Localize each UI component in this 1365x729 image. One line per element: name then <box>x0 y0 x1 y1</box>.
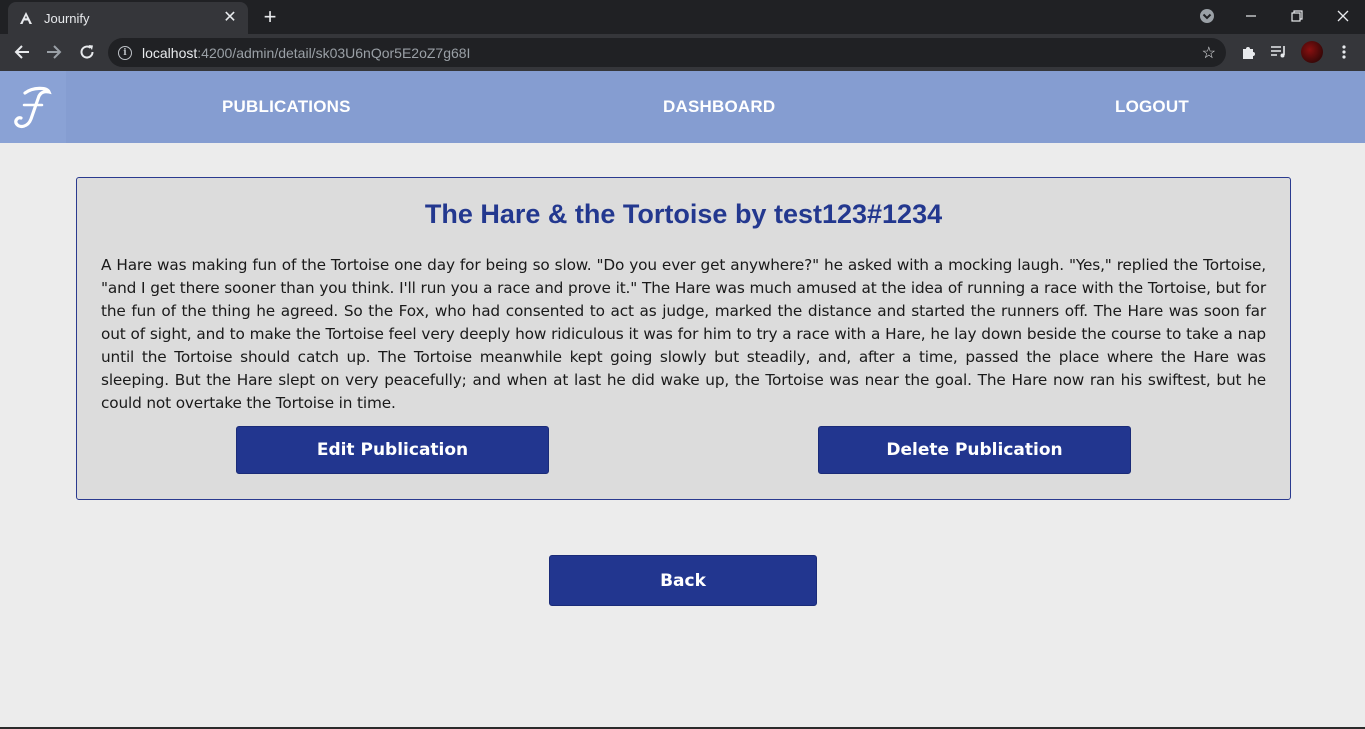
back-button[interactable]: Back <box>549 555 817 606</box>
publication-title: The Hare & the Tortoise by test123#1234 <box>424 199 943 229</box>
back-arrow-icon[interactable] <box>10 40 34 64</box>
forward-arrow-icon[interactable] <box>42 40 66 64</box>
reload-icon[interactable] <box>75 40 99 64</box>
delete-publication-button[interactable]: Delete Publication <box>818 426 1131 474</box>
avatar[interactable] <box>1301 41 1323 63</box>
star-icon[interactable]: ☆ <box>1202 43 1216 63</box>
logo-letter: J <box>11 83 12 84</box>
chevron-down-icon[interactable] <box>1195 4 1219 28</box>
close-icon[interactable]: ✕ <box>222 10 238 26</box>
app-logo[interactable]: J <box>0 71 66 143</box>
page-content: J PUBLICATIONS DASHBOARD LOGOUT The Hare… <box>0 71 1365 729</box>
browser-tab-strip: Journify ✕ + <box>0 0 1365 34</box>
address-bar[interactable]: i localhost:4200/admin/detail/sk03U6nQor… <box>108 38 1226 67</box>
nav-publications[interactable]: PUBLICATIONS <box>222 97 351 117</box>
browser-tab[interactable]: Journify ✕ <box>8 2 248 34</box>
close-window-icon[interactable] <box>1331 4 1355 28</box>
publication-card: The Hare & the Tortoise by test123#1234 … <box>76 177 1291 500</box>
minimize-icon[interactable] <box>1239 4 1263 28</box>
tab-title: Journify <box>44 10 90 26</box>
edit-publication-button[interactable]: Edit Publication <box>236 426 549 474</box>
nav-dashboard[interactable]: DASHBOARD <box>663 97 775 117</box>
app-navbar: J PUBLICATIONS DASHBOARD LOGOUT <box>0 71 1365 143</box>
nav-logout[interactable]: LOGOUT <box>1115 97 1189 117</box>
plus-icon[interactable]: + <box>258 6 282 28</box>
publication-body: A Hare was making fun of the Tortoise on… <box>101 256 1266 412</box>
url-path: :4200/admin/detail/sk03U6nQor5E2oZ7g68I <box>197 44 471 61</box>
restore-icon[interactable] <box>1285 4 1309 28</box>
url-host: localhost <box>142 44 198 61</box>
angular-favicon-icon <box>18 10 34 26</box>
browser-toolbar: i localhost:4200/admin/detail/sk03U6nQor… <box>0 34 1365 71</box>
info-icon[interactable]: i <box>118 45 132 60</box>
media-queue-icon[interactable] <box>1267 40 1291 64</box>
puzzle-icon[interactable] <box>1236 40 1260 64</box>
more-vert-icon[interactable] <box>1332 40 1356 64</box>
